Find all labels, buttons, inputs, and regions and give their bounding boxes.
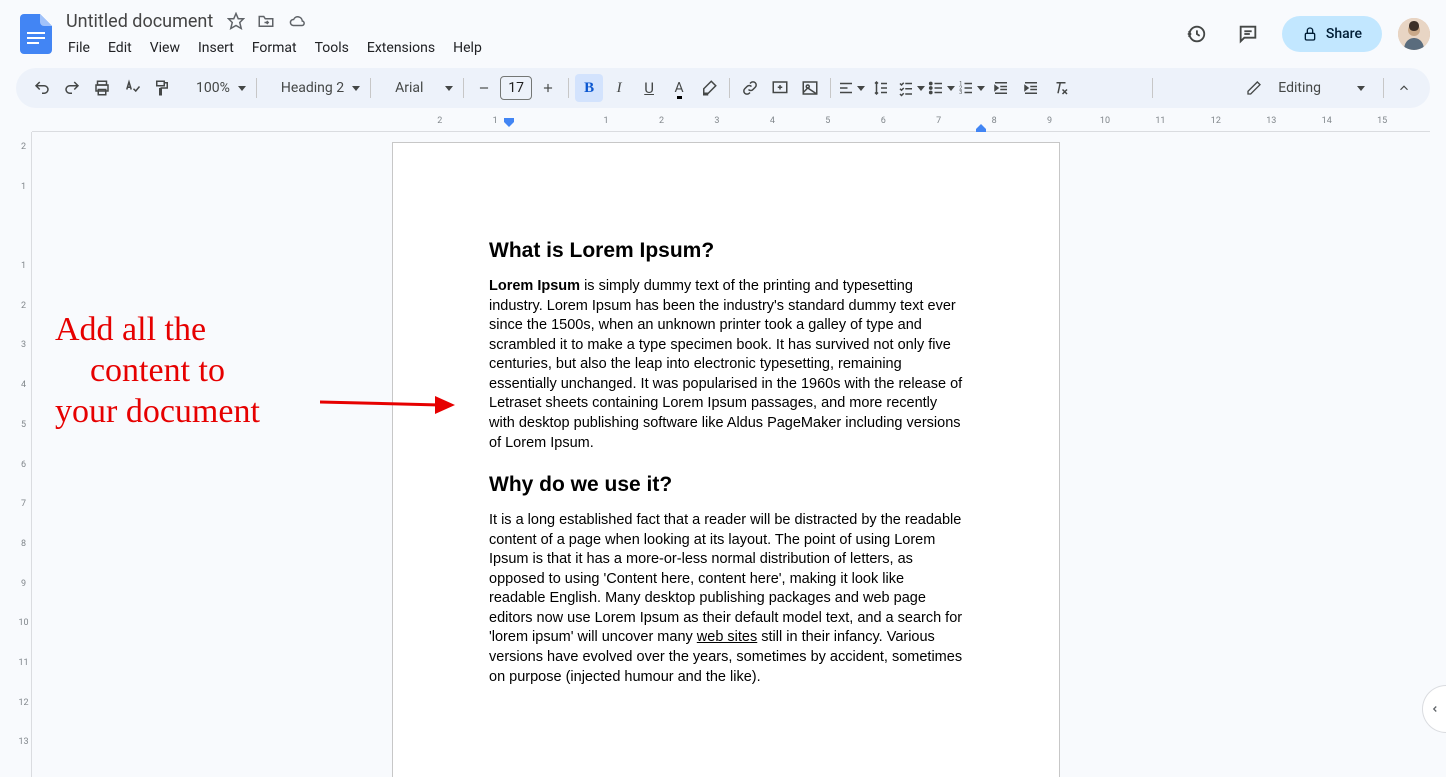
menu-view[interactable]: View (142, 36, 188, 60)
redo-button[interactable] (58, 74, 86, 102)
annotation-arrow-icon (320, 390, 460, 420)
undo-button[interactable] (28, 74, 56, 102)
paragraph-2[interactable]: It is a long established fact that a rea… (489, 511, 963, 687)
paint-format-button[interactable] (148, 74, 176, 102)
insert-image-button[interactable] (796, 74, 824, 102)
font-dropdown[interactable]: Arial (377, 74, 457, 102)
lock-icon (1302, 26, 1318, 42)
heading-1[interactable]: What is Lorem Ipsum? (489, 239, 963, 263)
document-title[interactable]: Untitled document (60, 9, 219, 34)
menu-bar: File Edit View Insert Format Tools Exten… (60, 36, 1178, 60)
bulleted-list-button[interactable] (927, 74, 955, 102)
vertical-ruler[interactable]: 2112345678910111213 (16, 132, 32, 777)
app-header: Untitled document File Edit View Insert … (0, 0, 1446, 60)
cloud-status-icon[interactable] (287, 12, 307, 30)
history-icon[interactable] (1178, 16, 1214, 52)
text-color-button[interactable]: A (665, 74, 693, 102)
share-label: Share (1326, 26, 1362, 42)
menu-insert[interactable]: Insert (190, 36, 242, 60)
clear-formatting-button[interactable] (1047, 74, 1075, 102)
increase-font-button[interactable] (534, 74, 562, 102)
move-icon[interactable] (257, 12, 275, 30)
star-icon[interactable] (227, 12, 245, 30)
collapse-toolbar-button[interactable] (1390, 74, 1418, 102)
svg-text:3: 3 (959, 90, 962, 96)
bold-button[interactable]: B (575, 74, 603, 102)
align-button[interactable] (837, 74, 865, 102)
decrease-font-button[interactable] (470, 74, 498, 102)
numbered-list-button[interactable]: 123 (957, 74, 985, 102)
spellcheck-button[interactable] (118, 74, 146, 102)
increase-indent-button[interactable] (1017, 74, 1045, 102)
comments-icon[interactable] (1230, 16, 1266, 52)
menu-tools[interactable]: Tools (307, 36, 357, 60)
italic-button[interactable]: I (605, 74, 633, 102)
annotation-text: Add all the content to your document (55, 310, 260, 432)
checklist-button[interactable] (897, 74, 925, 102)
decrease-indent-button[interactable] (987, 74, 1015, 102)
menu-edit[interactable]: Edit (100, 36, 140, 60)
insert-link-button[interactable] (736, 74, 764, 102)
menu-format[interactable]: Format (244, 36, 305, 60)
print-button[interactable] (88, 74, 116, 102)
menu-extensions[interactable]: Extensions (359, 36, 443, 60)
document-page[interactable]: What is Lorem Ipsum? Lorem Ipsum is simp… (392, 142, 1060, 777)
user-avatar[interactable] (1398, 18, 1430, 50)
underline-button[interactable]: U (635, 74, 663, 102)
share-button[interactable]: Share (1282, 16, 1382, 52)
document-canvas[interactable]: What is Lorem Ipsum? Lorem Ipsum is simp… (32, 132, 1430, 777)
zoom-dropdown[interactable]: 100% (178, 74, 250, 102)
add-comment-button[interactable] (766, 74, 794, 102)
paragraph-1[interactable]: Lorem Ipsum is simply dummy text of the … (489, 277, 963, 453)
docs-logo-icon[interactable] (16, 14, 56, 54)
menu-file[interactable]: File (60, 36, 98, 60)
pencil-icon (1246, 80, 1262, 96)
menu-help[interactable]: Help (445, 36, 490, 60)
horizontal-ruler[interactable]: 21123456789101112131415 (32, 116, 1430, 132)
paragraph-style-dropdown[interactable]: Heading 2 (263, 74, 364, 102)
highlight-button[interactable] (695, 74, 723, 102)
line-spacing-button[interactable] (867, 74, 895, 102)
toolbar: 100% Heading 2 Arial 17 B I U A 123 Edit… (16, 68, 1430, 108)
heading-2[interactable]: Why do we use it? (489, 473, 963, 497)
first-line-indent-marker[interactable] (504, 118, 514, 130)
right-indent-marker[interactable] (976, 124, 986, 132)
editing-mode-dropdown[interactable]: Editing (1234, 74, 1377, 102)
font-size-input[interactable]: 17 (500, 76, 532, 100)
